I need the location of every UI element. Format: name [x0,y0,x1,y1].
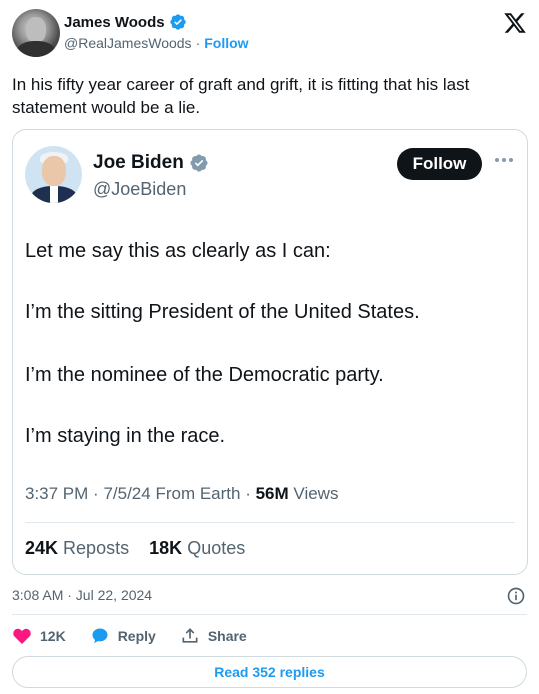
like-button[interactable]: 12K [12,626,66,646]
divider [25,522,515,523]
quoted-author-handle[interactable]: @JoeBiden [93,179,209,200]
divider [12,614,527,615]
tweet-timestamp[interactable]: 3:08 AM · Jul 22, 2024 [12,587,152,603]
separator-dot: · [195,35,201,51]
quoted-text-line: Let me say this as clearly as I can: [25,240,331,262]
views-label: Views [293,484,339,503]
quoted-author-avatar[interactable] [25,146,82,203]
quotes-count[interactable]: 18K [149,538,182,558]
quoted-text-line: I’m staying in the race. [25,425,226,447]
reply-label: Reply [117,628,156,644]
quoted-date[interactable]: 7/5/24 [103,484,150,503]
author-handle[interactable]: @RealJamesWoods [64,35,192,51]
quotes-label[interactable]: Quotes [187,538,245,558]
author-avatar[interactable] [12,9,60,57]
heart-icon [13,628,31,644]
more-icon[interactable] [495,158,513,164]
reply-button[interactable]: Reply [90,626,156,646]
quoted-text-line: I’m the nominee of the Democratic party. [25,364,384,386]
views-count: 56M [255,484,289,503]
x-logo-icon[interactable] [503,11,527,35]
quoted-author-block: Joe Biden @JoeBiden [93,152,209,200]
info-icon[interactable] [506,586,526,606]
reply-bubble-icon [92,628,108,644]
read-replies-button[interactable]: Read 352 replies [12,656,527,688]
quoted-author-name[interactable]: Joe Biden [93,152,184,174]
tweet-header: James Woods @RealJamesWoods · Follow [12,9,529,59]
quoted-stats: 24K Reposts 18K Quotes [25,538,245,559]
author-name-block: James Woods @RealJamesWoods · Follow [64,13,249,52]
quoted-source: From Earth [155,484,241,503]
reposts-count[interactable]: 24K [25,538,58,558]
quoted-tweet-card[interactable]: Joe Biden @JoeBiden Follow Let me say th… [12,129,528,575]
verified-gray-badge-icon [190,154,208,172]
follow-button[interactable]: Follow [397,148,482,180]
verified-badge-icon [169,14,186,30]
author-name[interactable]: James Woods [64,14,165,31]
share-label: Share [207,628,247,644]
follow-link[interactable]: Follow [204,35,248,51]
share-icon [182,628,198,643]
tweet-text: In his fifty year career of graft and gr… [12,75,470,117]
share-button[interactable]: Share [180,626,247,646]
quoted-time[interactable]: 3:37 PM [25,484,88,503]
quoted-meta: 3:37 PM · 7/5/24 From Earth · 56M Views [25,484,339,503]
like-count: 12K [40,628,66,644]
quoted-text-line: I’m the sitting President of the United … [25,301,420,323]
reposts-label[interactable]: Reposts [63,538,129,558]
action-bar: 12K Reply Share [12,625,271,647]
